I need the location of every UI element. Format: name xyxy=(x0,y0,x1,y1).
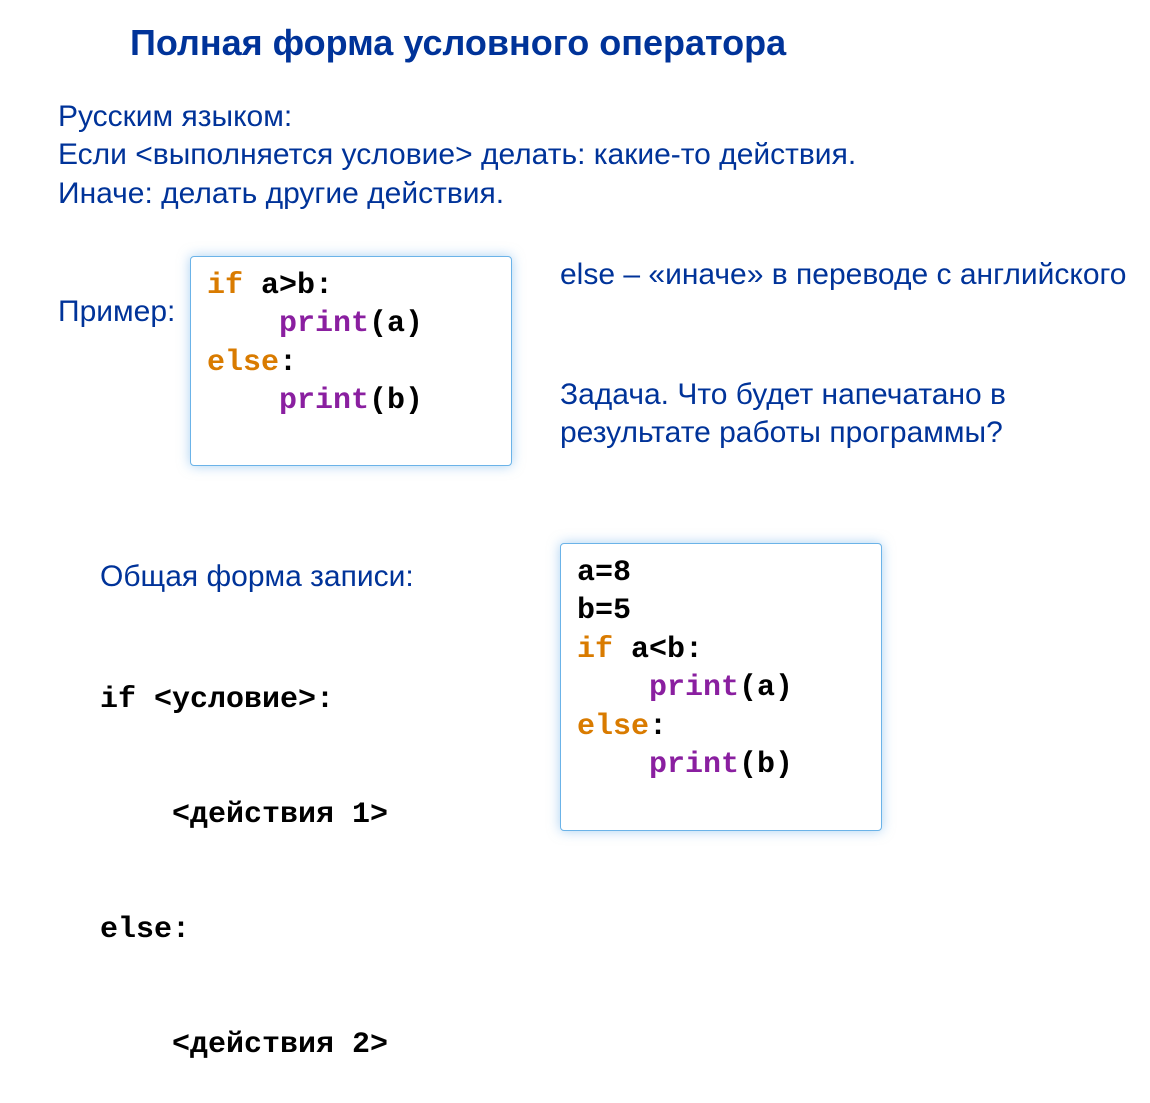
code-line: if a>b: xyxy=(207,267,495,305)
code-indent xyxy=(577,671,649,705)
code-line: else: xyxy=(207,344,495,382)
code-line: a=8 xyxy=(577,554,865,592)
code-text: : xyxy=(649,710,667,744)
code-text: (b) xyxy=(369,384,423,418)
code-line: b=5 xyxy=(577,592,865,630)
russian-description: Русским языком: Если <выполняется услови… xyxy=(58,98,856,213)
code-line: print(b) xyxy=(577,746,865,784)
code-line: <действия 1> xyxy=(100,796,388,834)
code-indent xyxy=(577,748,649,782)
task-code-box: a=8 b=5 if a<b: print(a) else: print(b) xyxy=(560,543,882,831)
function-print: print xyxy=(649,671,739,705)
function-print: print xyxy=(279,384,369,418)
code-indent xyxy=(207,384,279,418)
code-text: a=8 xyxy=(577,556,631,590)
code-text: a>b: xyxy=(243,269,333,303)
function-print: print xyxy=(279,307,369,341)
code-line: if a<b: xyxy=(577,631,865,669)
code-text: : xyxy=(279,346,297,380)
page-title: Полная форма условного оператора xyxy=(130,22,786,64)
code-text: a<b: xyxy=(613,633,703,667)
code-text: b=5 xyxy=(577,594,631,628)
code-line: <действия 2> xyxy=(100,1026,388,1064)
example-label: Пример: xyxy=(58,295,175,329)
code-text: (a) xyxy=(739,671,793,705)
else-translation-note: else – «иначе» в переводе с английского xyxy=(560,256,1130,294)
code-line: if <условие>: xyxy=(100,681,388,719)
keyword-else: else xyxy=(207,346,279,380)
code-line: print(a) xyxy=(207,305,495,343)
keyword-else: else xyxy=(577,710,649,744)
task-question: Задача. Что будет напечатано в результат… xyxy=(560,376,1130,453)
code-line: else: xyxy=(577,708,865,746)
code-indent xyxy=(207,307,279,341)
keyword-if: if xyxy=(207,269,243,303)
code-line: else: xyxy=(100,911,388,949)
code-line: print(b) xyxy=(207,382,495,420)
general-form-code: if <условие>: <действия 1> else: <действ… xyxy=(100,604,388,1103)
code-line: print(a) xyxy=(577,669,865,707)
keyword-if: if xyxy=(577,633,613,667)
example-code-box: if a>b: print(a) else: print(b) xyxy=(190,256,512,466)
code-text: (a) xyxy=(369,307,423,341)
general-form-label: Общая форма записи: xyxy=(100,560,414,594)
function-print: print xyxy=(649,748,739,782)
code-text: (b) xyxy=(739,748,793,782)
